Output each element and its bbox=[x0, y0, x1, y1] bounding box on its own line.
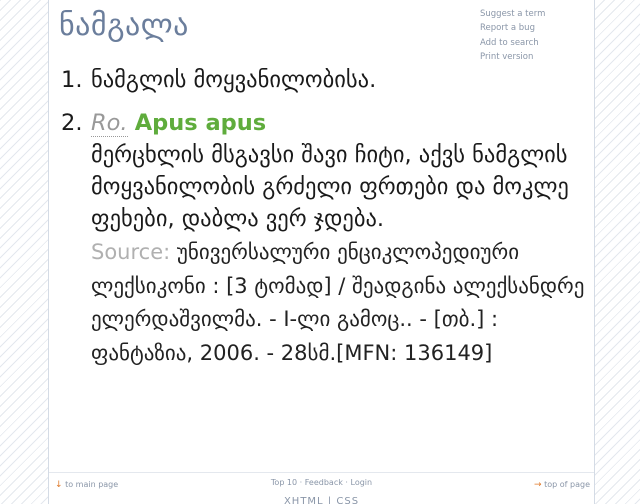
definition-number: 2. bbox=[61, 110, 83, 136]
definition-body: Ro. Apus apus მერცხლის მსგავსი შავი ჩიტი… bbox=[91, 107, 586, 370]
side-links: Suggest a term Report a bug Add to searc… bbox=[480, 7, 580, 65]
top10-link[interactable]: Top 10 bbox=[271, 478, 297, 487]
add-to-search-link[interactable]: Add to search bbox=[480, 36, 580, 50]
category-abbreviation[interactable]: Ro. bbox=[91, 110, 128, 137]
source-label: Source: bbox=[91, 240, 171, 264]
definition-text: ნამგლის მოყვანილობისა. bbox=[91, 67, 377, 93]
source-citation: Source: უნივერსალური ენციკლოპედიური ლექს… bbox=[91, 236, 586, 370]
definition-item: 1. ნამგლის მოყვანილობისა. bbox=[61, 64, 586, 96]
page-container: ნამგალა Suggest a term Report a bug Add … bbox=[48, 0, 595, 504]
definition-text: მერცხლის მსგავსი შავი ჩიტი, აქვს ნამგლის… bbox=[91, 142, 569, 232]
validator-links[interactable]: XHTML | CSS bbox=[49, 496, 594, 504]
feedback-link[interactable]: Feedback bbox=[305, 478, 343, 487]
definition-item: 2. Ro. Apus apus მერცხლის მსგავსი შავი ჩ… bbox=[61, 107, 586, 370]
definition-heading: Ro. Apus apus bbox=[91, 107, 586, 139]
report-bug-link[interactable]: Report a bug bbox=[480, 21, 580, 35]
definition-number: 1. bbox=[61, 67, 83, 93]
footer-center: Top 10 · Feedback · Login bbox=[49, 478, 594, 487]
latin-term: Apus apus bbox=[134, 110, 267, 136]
print-version-link[interactable]: Print version bbox=[480, 50, 580, 64]
login-link[interactable]: Login bbox=[351, 478, 373, 487]
definition-list: 1. ნამგლის მოყვანილობისა. 2. Ro. Apus ap… bbox=[61, 64, 586, 370]
footer: ↓ to main page Top 10 · Feedback · Login… bbox=[49, 472, 594, 495]
arrow-right-icon: → bbox=[534, 480, 542, 490]
footer-right: → top of page bbox=[534, 480, 590, 490]
top-of-page-link[interactable]: top of page bbox=[544, 480, 590, 489]
footer-separator: · bbox=[345, 478, 348, 487]
page-title: ნამგალა bbox=[59, 8, 189, 43]
footer-separator: · bbox=[299, 478, 303, 487]
suggest-term-link[interactable]: Suggest a term bbox=[480, 7, 580, 21]
